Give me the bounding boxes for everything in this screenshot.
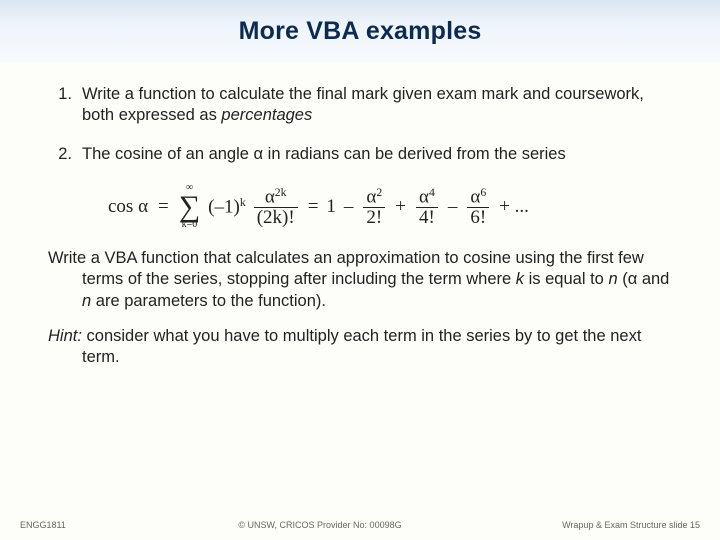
superscript: k [240, 196, 246, 209]
term: 1 [326, 195, 336, 219]
numerator: α6 [467, 186, 489, 207]
equals-sign: = [308, 195, 319, 219]
equals-sign: = [158, 195, 169, 219]
text-run: (–1) [208, 196, 240, 217]
minus-sign: – [344, 195, 354, 219]
slide-title: More VBA examples [239, 17, 482, 46]
slide-content: 1. Write a function to calculate the fin… [0, 62, 720, 368]
hint-text: consider what you have to multiply each … [82, 327, 641, 366]
text-run: α [419, 186, 429, 207]
variable-n: n [82, 292, 91, 310]
formula-lhs: cos α [108, 195, 148, 219]
text-run: α [265, 186, 275, 207]
text-run: is equal to [524, 270, 608, 288]
variable-n: n [608, 270, 617, 288]
text-run: Write a function to calculate the final … [82, 85, 644, 124]
numerator: α2 [363, 186, 385, 207]
text-run: are parameters to the function). [91, 292, 326, 310]
numerator: α2k [262, 186, 290, 207]
denominator: (2k)! [254, 208, 298, 228]
hint-label: Hint: [48, 327, 82, 345]
text-run: (α and [618, 270, 670, 288]
course-code: ENGG1811 [20, 520, 130, 530]
text-run: α [366, 186, 376, 207]
superscript: 2 [376, 186, 382, 199]
fraction: α2k (2k)! [254, 186, 298, 228]
fraction: α4 4! [416, 186, 438, 228]
item-number: 2. [48, 144, 82, 165]
ellipsis: + ... [499, 195, 529, 219]
plus-sign: + [395, 195, 406, 219]
coefficient: (–1)k [208, 194, 246, 220]
item-text: The cosine of an angle α in radians can … [82, 144, 672, 165]
formula-block: cos α = ∞ ∑ k=0 (–1)k α2k (2k)! = 1 – α2… [108, 183, 672, 230]
list-item: 1. Write a function to calculate the fin… [48, 84, 672, 126]
slide-footer: ENGG1811 © UNSW, CRICOS Provider No: 000… [0, 520, 720, 530]
fraction: α2 2! [363, 186, 385, 228]
numerator: α4 [416, 186, 438, 207]
list-item: 2. The cosine of an angle α in radians c… [48, 144, 672, 165]
header-band: More VBA examples [0, 0, 720, 62]
superscript: 2k [275, 186, 287, 199]
cosine-series-formula: cos α = ∞ ∑ k=0 (–1)k α2k (2k)! = 1 – α2… [108, 183, 672, 230]
superscript: 6 [480, 186, 486, 199]
item-text: Write a function to calculate the final … [82, 84, 672, 126]
emphasis: percentages [221, 106, 312, 124]
instruction-paragraph: Write a VBA function that calculates an … [48, 248, 672, 311]
minus-sign: – [448, 195, 458, 219]
hint-paragraph: Hint: consider what you have to multiply… [48, 326, 672, 368]
variable-k: k [516, 270, 524, 288]
copyright-notice: © UNSW, CRICOS Provider No: 00098G [130, 520, 510, 530]
denominator: 6! [467, 208, 489, 228]
superscript: 4 [429, 186, 435, 199]
summation-symbol: ∞ ∑ k=0 [179, 183, 200, 230]
denominator: 4! [416, 208, 438, 228]
fraction: α6 6! [467, 186, 489, 228]
sigma-icon: ∑ [179, 193, 200, 220]
denominator: 2! [363, 208, 385, 228]
sum-lower-limit: k=0 [182, 220, 198, 230]
item-number: 1. [48, 84, 82, 126]
slide-number: Wrapup & Exam Structure slide 15 [510, 520, 700, 530]
text-run: α [470, 186, 480, 207]
